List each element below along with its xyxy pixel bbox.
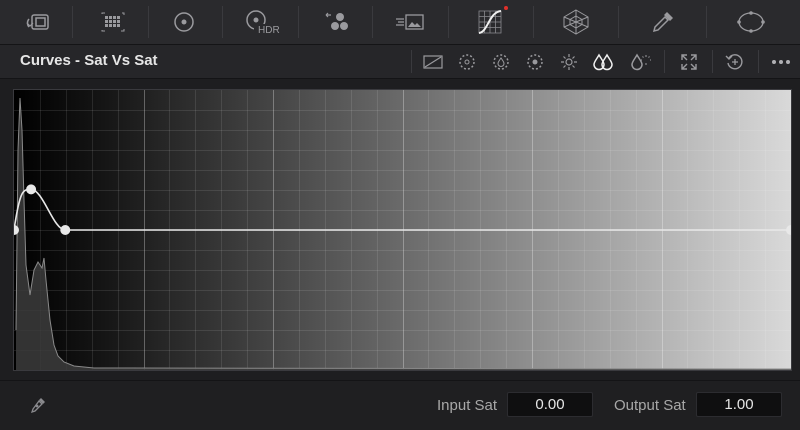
active-indicator-dot [504, 6, 508, 10]
hue-vs-lum-icon [527, 53, 543, 70]
hue-vs-hue-button[interactable] [452, 45, 482, 78]
curve-graph[interactable] [14, 90, 791, 370]
hue-vs-sat-icon [493, 53, 509, 70]
sat-vs-sat-button[interactable] [588, 45, 618, 78]
lum-vs-sat-icon [561, 53, 577, 70]
reset-icon [725, 53, 743, 69]
sat-vs-lum-icon [631, 53, 651, 70]
panel-header: Curves - Sat Vs Sat [0, 45, 800, 79]
hue-vs-lum-button[interactable] [520, 45, 550, 78]
hdr-wheels-button[interactable]: HDR [234, 0, 282, 44]
panel-footer: Input Sat 0.00 Output Sat 1.00 [0, 380, 800, 430]
input-sat-label: Input Sat [437, 397, 498, 414]
panel-title: Curves - Sat Vs Sat [20, 52, 158, 69]
eyedropper-icon [30, 398, 45, 414]
hue-vs-sat-button[interactable] [486, 45, 516, 78]
header-divider [664, 50, 665, 73]
window-button[interactable] [726, 0, 776, 44]
curve-control-point[interactable] [26, 184, 37, 195]
header-divider [758, 50, 759, 73]
sat-vs-sat-icon [593, 53, 613, 70]
hue-vs-hue-icon [459, 53, 475, 70]
eyedropper-button[interactable] [28, 395, 48, 420]
palette-toolbar: HDR [0, 0, 800, 45]
qualifier-button[interactable] [638, 0, 688, 44]
rgb-mixer-button[interactable] [312, 0, 360, 44]
curve-editor[interactable] [13, 89, 792, 371]
color-match-button[interactable] [86, 0, 138, 44]
primaries-wheels-icon [174, 12, 194, 32]
qualifier-icon [652, 12, 673, 33]
curve-control-point[interactable] [60, 225, 71, 235]
toolbar-divider [72, 6, 73, 38]
toolbar-divider [533, 6, 534, 38]
toolbar-divider [372, 6, 373, 38]
toolbar-divider [148, 6, 149, 38]
custom-curve-button[interactable] [418, 45, 448, 78]
output-sat-field[interactable]: 1.00 [696, 392, 782, 417]
input-sat-field[interactable]: 0.00 [507, 392, 593, 417]
window-icon [737, 11, 765, 33]
custom-curve-icon [423, 54, 443, 69]
expand-icon [681, 53, 697, 70]
primaries-wheels-button[interactable] [160, 0, 208, 44]
header-divider [712, 50, 713, 73]
reset-button[interactable] [720, 45, 750, 78]
header-divider [411, 50, 412, 73]
toolbar-divider [706, 6, 707, 38]
toolbar-divider [618, 6, 619, 38]
rgb-mixer-icon [325, 12, 348, 30]
color-warper-icon [563, 9, 589, 35]
sat-vs-lum-button[interactable] [624, 45, 654, 78]
curves-icon [478, 10, 502, 34]
toolbar-divider [298, 6, 299, 38]
motion-effects-icon [396, 14, 424, 30]
lum-vs-sat-button[interactable] [554, 45, 584, 78]
hdr-label: HDR [258, 25, 280, 36]
output-sat-label: Output Sat [614, 397, 686, 414]
camera-raw-icon [26, 14, 49, 30]
color-match-icon [101, 12, 125, 32]
camera-raw-button[interactable] [12, 0, 64, 44]
more-options-button[interactable] [766, 45, 796, 78]
toolbar-divider [222, 6, 223, 38]
motion-effects-button[interactable] [384, 0, 436, 44]
toolbar-divider [448, 6, 449, 38]
expand-button[interactable] [674, 45, 704, 78]
color-warper-button[interactable] [550, 0, 602, 44]
more-icon [772, 59, 790, 64]
